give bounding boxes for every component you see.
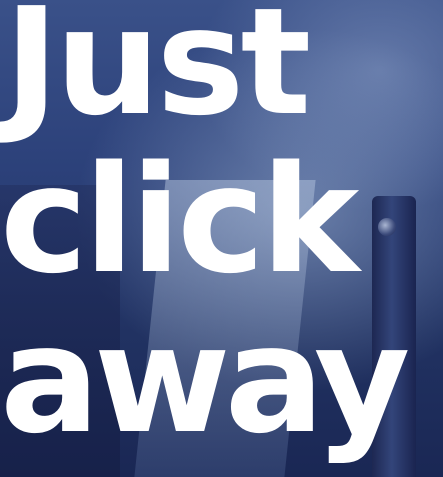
headline-line-click: click bbox=[0, 134, 359, 306]
headline-line-away: away bbox=[0, 294, 410, 466]
device-knob bbox=[378, 218, 396, 236]
headline-line-just: Just bbox=[4, 0, 311, 148]
